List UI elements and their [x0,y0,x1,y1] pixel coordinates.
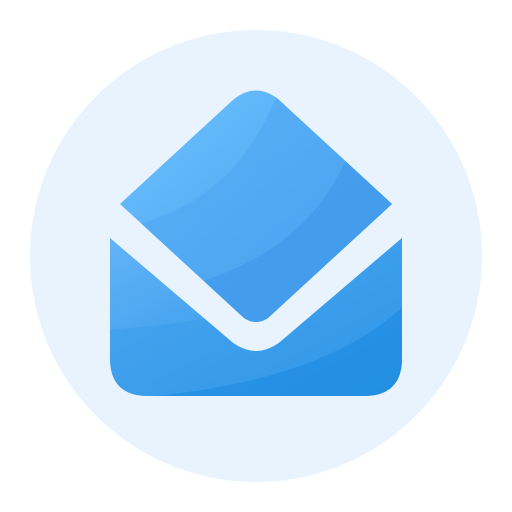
open-envelope-icon [30,30,482,482]
app-icon-canvas [0,0,512,512]
